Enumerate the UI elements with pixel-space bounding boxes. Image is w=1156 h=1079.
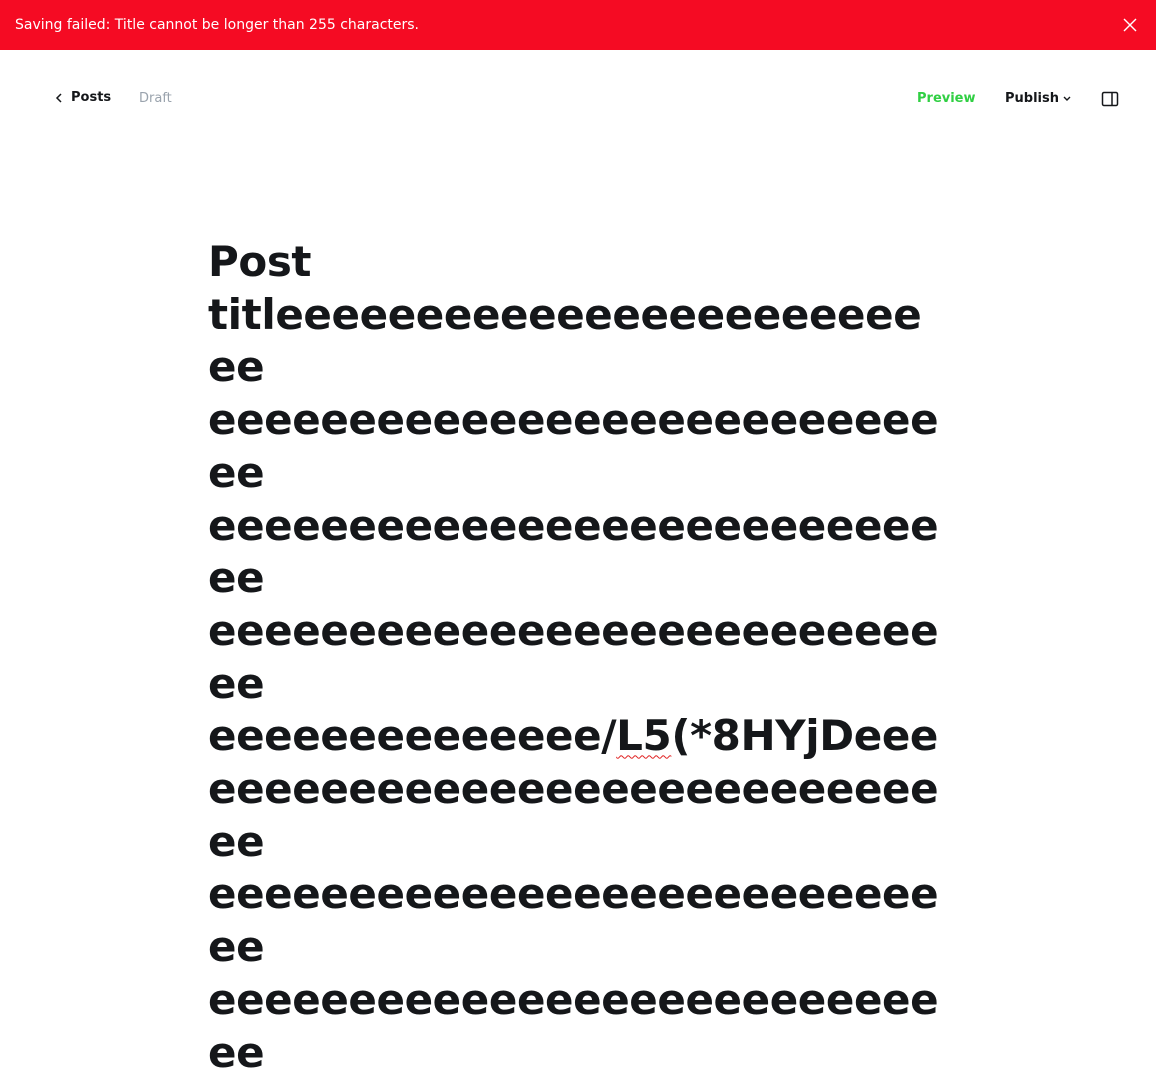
publish-menu-button[interactable]: Publish <box>1005 91 1072 106</box>
post-status: Draft <box>139 91 172 106</box>
post-title-input[interactable]: Post titleeeeeeeeeeeeeeeeeeeeeeeee eeeee… <box>208 236 948 1079</box>
error-message: Saving failed: Title cannot be longer th… <box>15 17 419 33</box>
title-line: eeeeeeeeeeeeeeeeeeeeeeeeeeee <box>208 395 939 497</box>
spellcheck-misspelled: L5 <box>616 711 672 761</box>
post-editor: Post titleeeeeeeeeeeeeeeeeeeeeeeee eeeee… <box>208 236 948 1079</box>
title-line-segment: (*8HYjDeee <box>671 711 938 761</box>
chevron-left-icon <box>55 92 65 103</box>
title-line: eeeeeeeeeeeeeeeeeeeeeeeeeeee <box>208 500 939 603</box>
title-line: eeeeeeeeeeeeee/L5(*8HYjDeee <box>208 710 948 763</box>
title-line: eeeeeeeeeeeeeeeeeeeeeeeeeeee <box>208 605 939 708</box>
title-line: eeeeeeeeeeeeeeeeeeeeeeeeeeee <box>208 764 939 866</box>
preview-button[interactable]: Preview <box>917 91 976 106</box>
sidebar-toggle-icon <box>1101 91 1119 107</box>
publish-label: Publish <box>1005 91 1059 106</box>
title-line: titleeeeeeeeeeeeeeeeeeeeeeeee <box>208 289 922 392</box>
title-line: Post <box>208 237 312 286</box>
close-banner-button[interactable] <box>1120 15 1140 35</box>
title-line: eeeeeeeeeeeeeeeeeeeeeeeeeeee <box>208 869 939 972</box>
close-icon <box>1123 18 1137 32</box>
title-line: eeeeeeeeeeeeeeeeeeeeeeeeeeee <box>208 974 939 1077</box>
back-label: Posts <box>71 90 112 105</box>
chevron-down-icon <box>1062 95 1072 103</box>
title-line-segment: eeeeeeeeeeeeee/ <box>208 711 617 761</box>
back-to-posts-link[interactable]: Posts <box>55 90 111 105</box>
editor-toolbar: Posts Draft Preview Publish <box>0 50 1156 150</box>
error-banner: Saving failed: Title cannot be longer th… <box>0 0 1156 50</box>
sidebar-toggle-button[interactable] <box>1101 90 1119 108</box>
